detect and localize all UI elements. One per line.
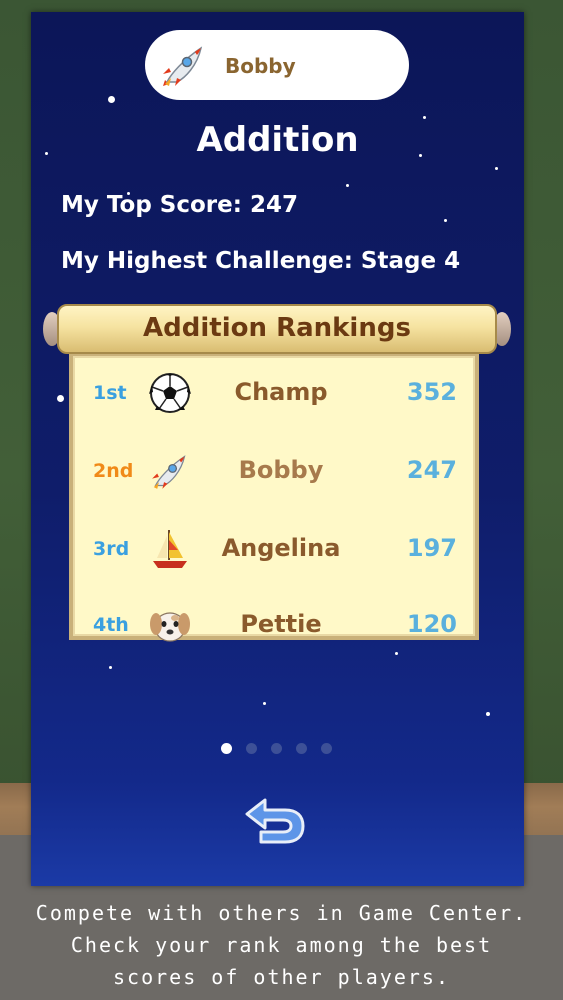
ranking-name: Pettie — [240, 610, 322, 638]
caption-line: Check your rank among the best — [70, 933, 493, 957]
page-dot[interactable] — [321, 743, 332, 754]
soccer-ball-icon — [147, 370, 193, 416]
star-decoration — [444, 219, 447, 222]
rankings-panel: Bobby Addition My Top Score: 247 My High… — [31, 12, 524, 886]
caption-text: Compete with others in Game Center. Chec… — [0, 897, 563, 993]
rankings-scroll-header: Addition Rankings — [57, 304, 497, 354]
star-decoration — [108, 96, 115, 103]
page-dot[interactable] — [296, 743, 307, 754]
ranking-row: 1st Champ 352 — [73, 364, 475, 424]
ranking-row: 3rd Angelina 197 — [73, 520, 475, 580]
rankings-board: 1st Champ 352 2nd Bobby 247 3rd Angelina… — [69, 352, 479, 642]
mode-title: Addition — [196, 120, 359, 160]
page-dot[interactable] — [271, 743, 282, 754]
ranking-score: 247 — [406, 456, 457, 484]
star-decoration — [495, 167, 498, 170]
ranking-row: 2nd Bobby 247 — [73, 442, 475, 502]
ranking-row: 4th Pettie 120 — [73, 596, 475, 656]
ranking-name: Bobby — [238, 456, 324, 484]
ranking-name: Champ — [234, 378, 328, 406]
rank-position: 2nd — [93, 460, 134, 482]
player-badge: Bobby — [145, 30, 409, 100]
rocket-icon — [157, 38, 211, 92]
star-decoration — [346, 184, 349, 187]
ranking-name: Angelina — [221, 534, 341, 562]
page-indicator — [217, 743, 337, 755]
caption-line: scores of other players. — [113, 965, 450, 989]
back-arrow-icon — [245, 798, 305, 844]
page-dot[interactable] — [246, 743, 257, 754]
ranking-score: 197 — [406, 534, 457, 562]
rocket-icon — [147, 448, 193, 494]
page-dot-active[interactable] — [221, 743, 232, 754]
rank-position: 3rd — [93, 538, 130, 560]
ranking-score: 120 — [406, 610, 457, 638]
player-name: Bobby — [225, 54, 296, 78]
top-score-text: My Top Score: 247 — [61, 192, 298, 218]
star-decoration — [109, 666, 112, 669]
star-decoration — [263, 702, 266, 705]
ranking-score: 352 — [406, 378, 457, 406]
back-button[interactable] — [243, 796, 307, 846]
dog-icon — [147, 602, 193, 648]
rank-position: 1st — [93, 382, 127, 404]
rankings-title: Addition Rankings — [143, 313, 411, 343]
star-decoration — [486, 712, 490, 716]
star-decoration — [57, 395, 64, 402]
sailboat-icon — [147, 526, 193, 572]
caption-line: Compete with others in Game Center. — [35, 901, 528, 925]
star-decoration — [423, 116, 426, 119]
highest-challenge-text: My Highest Challenge: Stage 4 — [61, 248, 461, 274]
rank-position: 4th — [93, 614, 129, 636]
